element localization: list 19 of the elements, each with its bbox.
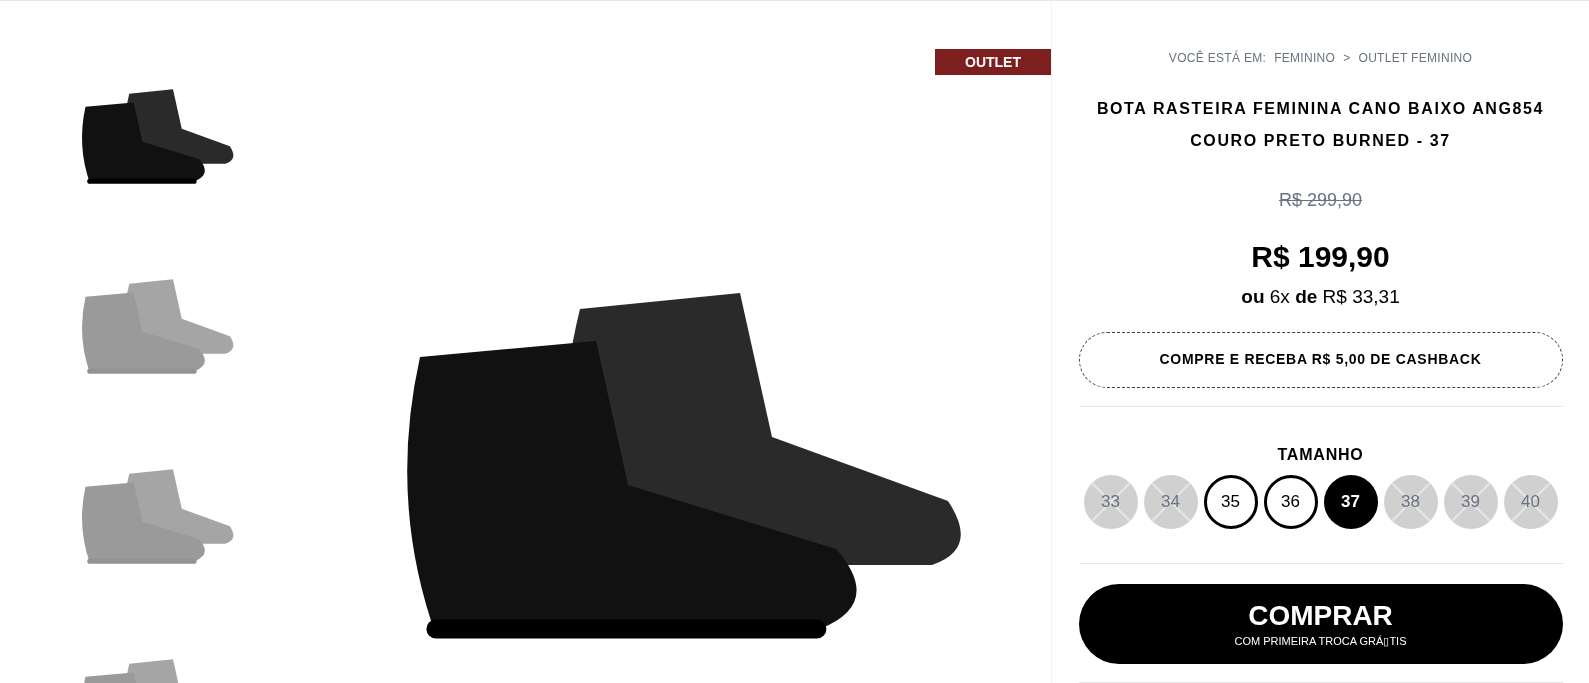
size-option[interactable]: 37 (1323, 474, 1378, 529)
breadcrumb-link[interactable]: OUTLET FEMININO (1358, 49, 1473, 67)
size-option[interactable]: 36 (1263, 474, 1318, 529)
outlet-badge: OUTLET (935, 49, 1051, 75)
installments-text: ou 6x de R$ 33,31 (1241, 285, 1400, 309)
product-title: BOTA RASTEIRA FEMININA CANO BAIXO ANG854 COURO PRETO BURNED - 37 (1095, 99, 1546, 151)
breadcrumb-label: VOCÊ ESTÁ EM: (1168, 49, 1267, 67)
buy-button[interactable]: COMPRAR COM PRIMEIRA TROCA GRÁ▯TIS (1078, 583, 1563, 664)
breadcrumb-separator: > (1343, 50, 1351, 67)
size-option[interactable]: 40 (1503, 474, 1558, 529)
current-price: R$ 199,90 (1251, 239, 1390, 275)
size-option[interactable]: 39 (1443, 474, 1498, 529)
size-option[interactable]: 35 (1203, 474, 1258, 529)
breadcrumb-link[interactable]: FEMININO (1274, 49, 1336, 67)
size-option[interactable]: 34 (1143, 474, 1198, 529)
old-price: R$ 299,90 (1278, 189, 1363, 212)
size-option[interactable]: 33 (1083, 474, 1138, 529)
size-label: TAMANHO (1277, 444, 1364, 465)
size-option[interactable]: 38 (1383, 474, 1438, 529)
